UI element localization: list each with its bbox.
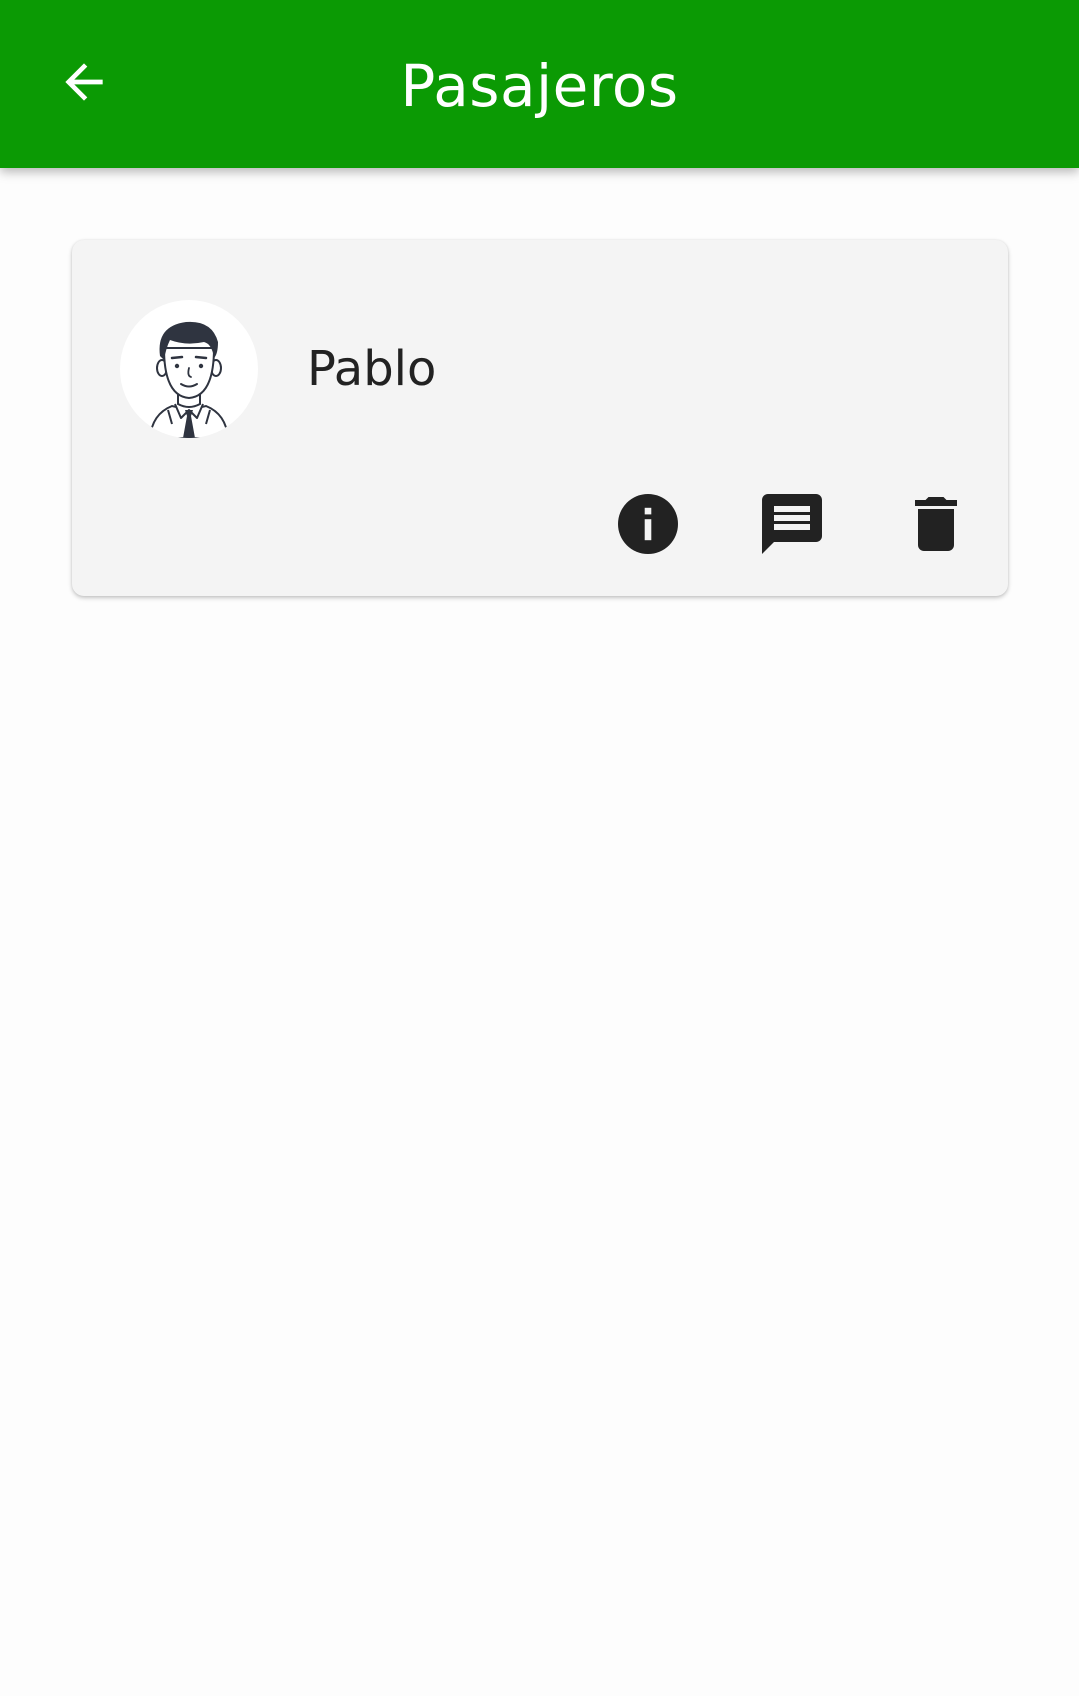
- passenger-name: Pablo: [307, 341, 437, 397]
- trash-icon: [915, 497, 957, 551]
- top-app-bar: Pasajeros: [0, 0, 1079, 168]
- info-button[interactable]: [610, 486, 686, 562]
- man-avatar-icon: [148, 321, 230, 438]
- message-button[interactable]: [754, 486, 830, 562]
- passenger-avatar: [120, 300, 258, 438]
- app-screen: Pasajeros Pablo: [0, 0, 1079, 1696]
- passenger-card: Pablo: [72, 240, 1008, 596]
- page-title: Pasajeros: [400, 52, 679, 120]
- delete-button[interactable]: [898, 486, 974, 562]
- info-icon: [618, 494, 678, 554]
- message-icon: [762, 494, 822, 554]
